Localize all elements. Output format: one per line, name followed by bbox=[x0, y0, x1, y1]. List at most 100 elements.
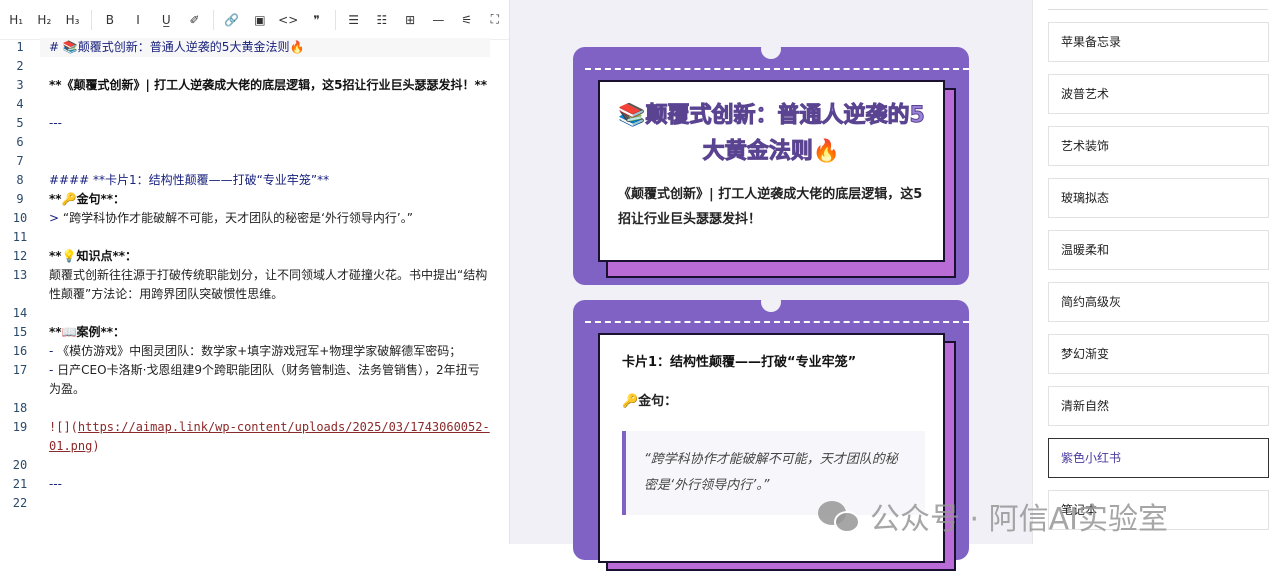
h2-button[interactable]: H₂ bbox=[30, 6, 58, 34]
style-option[interactable]: 波普艺术 bbox=[1048, 74, 1269, 114]
line-number: 21 bbox=[12, 477, 28, 491]
line-text: - 《模仿游戏》中图灵团队：数学家+填字游戏冠军+物理学家破解德军密码； bbox=[40, 342, 490, 361]
line-text: # 📚颠覆式创新：普通人逆袭的5大黄金法则🔥 bbox=[40, 38, 490, 57]
line-number: 5 bbox=[16, 116, 24, 130]
style-option[interactable]: 艺术装饰 bbox=[1048, 126, 1269, 166]
line-text: **🔑金句**： bbox=[40, 190, 490, 209]
editor-line[interactable]: 19 ![](https://aimap.link/wp-content/uplo… bbox=[0, 418, 509, 456]
line-number: 3 bbox=[16, 78, 24, 92]
line-text: **《颠覆式创新》| 打工人逆袭成大佬的底层逻辑，这5招让行业巨头瑟瑟发抖！** bbox=[40, 76, 490, 95]
line-number: 6 bbox=[16, 135, 24, 149]
line-number: 17 bbox=[12, 363, 28, 377]
editor-line[interactable]: 22 bbox=[0, 494, 509, 513]
style-option[interactable]: 简约高级灰 bbox=[1048, 282, 1269, 322]
style-option[interactable]: 温暖柔和 bbox=[1048, 230, 1269, 270]
line-number: 15 bbox=[12, 325, 28, 339]
editor-line[interactable]: 4 bbox=[0, 95, 509, 114]
fullscreen-button[interactable]: ⛶ bbox=[481, 6, 509, 34]
editor-line[interactable]: 3 **《颠覆式创新》| 打工人逆袭成大佬的底层逻辑，这5招让行业巨头瑟瑟发抖！*… bbox=[0, 76, 509, 95]
markdown-token: ![]( bbox=[49, 420, 78, 434]
editor-line[interactable]: 9 **🔑金句**： bbox=[0, 190, 509, 209]
editor-line[interactable]: 16 - 《模仿游戏》中图灵团队：数学家+填字游戏冠军+物理学家破解德军密码； bbox=[0, 342, 509, 361]
style-option[interactable]: 清新自然 bbox=[1048, 386, 1269, 426]
card-dashed-line bbox=[585, 321, 969, 323]
line-number: 8 bbox=[16, 173, 24, 187]
markdown-token: --- bbox=[49, 477, 62, 491]
card-dashed-line bbox=[585, 68, 969, 70]
code-button[interactable]: <> bbox=[274, 6, 302, 34]
editor-content[interactable]: 1 # 📚颠覆式创新：普通人逆袭的5大黄金法则🔥 2 3 **《颠覆式创新》| 打工人… bbox=[0, 38, 509, 513]
line-text: 颠覆式创新往往源于打破传统职能划分，让不同领域人才碰撞火花。书中提出“结构性颠覆… bbox=[40, 266, 490, 304]
editor-line[interactable]: 8 #### **卡片1：结构性颠覆——打破“专业牢笼”** bbox=[0, 171, 509, 190]
image-button[interactable]: ▣ bbox=[246, 6, 274, 34]
editor-line[interactable]: 20 bbox=[0, 456, 509, 475]
editor-line[interactable]: 15 **📖案例**： bbox=[0, 323, 509, 342]
markdown-token: 日产CEO卡洛斯·戈恩组建9个跨职能团队（财务管制造、法务管销售），2年扭亏为盈… bbox=[49, 363, 480, 396]
editor-line[interactable]: 6 bbox=[0, 133, 509, 152]
style-option[interactable]: 苹果备忘录 bbox=[1048, 22, 1269, 62]
editor-line[interactable]: 13 颠覆式创新往往源于打破传统职能划分，让不同领域人才碰撞火花。书中提出“结构性… bbox=[0, 266, 509, 304]
editor-toolbar: H₁ H₂ H₃ B I U̲ ✐ 🔗 ▣ <> ❞ ☰ ☷ ⊞ — ⚟ ⛶ bbox=[0, 0, 509, 40]
line-number: 2 bbox=[16, 59, 24, 73]
editor-line[interactable]: 7 bbox=[0, 152, 509, 171]
link-button[interactable]: 🔗 bbox=[218, 6, 246, 34]
line-number: 14 bbox=[12, 306, 28, 320]
line-number: 19 bbox=[12, 420, 28, 434]
toolbar-separator bbox=[334, 9, 336, 30]
line-text bbox=[40, 456, 490, 475]
style-option[interactable]: 梦幻渐变 bbox=[1048, 334, 1269, 374]
editor-line[interactable]: 18 bbox=[0, 399, 509, 418]
divider-button[interactable]: — bbox=[424, 6, 452, 34]
line-number: 11 bbox=[12, 230, 28, 244]
italic-button[interactable]: I bbox=[124, 6, 152, 34]
line-text bbox=[40, 152, 490, 171]
strikethrough-button[interactable]: ✐ bbox=[180, 6, 208, 34]
line-text: #### **卡片1：结构性颠覆——打破“专业牢笼”** bbox=[40, 171, 490, 190]
markdown-token: > bbox=[49, 211, 63, 225]
style-option[interactable]: 玻璃拟态 bbox=[1048, 178, 1269, 218]
line-number: 1 bbox=[16, 40, 24, 54]
line-text bbox=[40, 95, 490, 114]
editor-line[interactable]: 14 bbox=[0, 304, 509, 323]
editor-line[interactable]: 1 # 📚颠覆式创新：普通人逆袭的5大黄金法则🔥 bbox=[0, 38, 509, 57]
markdown-token: 颠覆式创新往往源于打破传统职能划分，让不同领域人才碰撞火花。书中提出“结构性颠覆… bbox=[49, 268, 488, 301]
quote-button[interactable]: ❞ bbox=[302, 6, 330, 34]
editor-line[interactable]: 12 **💡知识点**： bbox=[0, 247, 509, 266]
ordered-list-button[interactable]: ☷ bbox=[368, 6, 396, 34]
table-button[interactable]: ⊞ bbox=[396, 6, 424, 34]
editor-line[interactable]: 10 > “跨学科协作才能破解不可能，天才团队的秘密是‘外行领导内行’。” bbox=[0, 209, 509, 228]
line-text: > “跨学科协作才能破解不可能，天才团队的秘密是‘外行领导内行’。” bbox=[40, 209, 490, 228]
line-number: 9 bbox=[16, 192, 24, 206]
underline-button[interactable]: U̲ bbox=[152, 6, 180, 34]
markdown-token: #### **卡片1：结构性颠覆——打破“专业牢笼”** bbox=[49, 173, 330, 187]
markdown-token: **《颠覆式创新》| 打工人逆袭成大佬的底层逻辑，这5招让行业巨头瑟瑟发抖！** bbox=[49, 78, 488, 92]
markdown-token[interactable]: https://aimap.link/wp-content/uploads/20… bbox=[49, 420, 490, 453]
editor-line[interactable]: 5 --- bbox=[0, 114, 509, 133]
markdown-editor: H₁ H₂ H₃ B I U̲ ✐ 🔗 ▣ <> ❞ ☰ ☷ ⊞ — ⚟ ⛶ 1 # 📚颠覆式创新：普通人逆袭的5… bbox=[0, 0, 516, 544]
line-number: 10 bbox=[12, 211, 28, 225]
line-number: 16 bbox=[12, 344, 28, 358]
style-sidebar: 苹果备忘录 波普艺术 艺术装饰 玻璃拟态 温暖柔和 简约高级灰 梦幻渐变 清新自然 紫色小红书笔… bbox=[1032, 0, 1280, 544]
style-option[interactable]: 紫色小红书 bbox=[1048, 438, 1269, 478]
line-text: --- bbox=[40, 475, 490, 494]
line-text: ![](https://aimap.link/wp-content/upload… bbox=[40, 418, 490, 456]
h1-button[interactable]: H₁ bbox=[2, 6, 30, 34]
cover-card: 📚颠覆式创新：普通人逆袭的5大黄金法则🔥 《颠覆式创新》| 打工人逆袭成大佬的底… bbox=[573, 39, 969, 285]
card-title: 卡片1：结构性颠覆——打破“专业牢笼” bbox=[622, 355, 857, 370]
editor-line[interactable]: 11 bbox=[0, 228, 509, 247]
settings-button[interactable]: ⚟ bbox=[452, 6, 480, 34]
watermark: 公众号 · 阿信AI实验室 bbox=[818, 494, 1168, 538]
editor-line[interactable]: 17 - 日产CEO卡洛斯·戈恩组建9个跨职能团队（财务管制造、法务管销售），2年… bbox=[0, 361, 509, 399]
markdown-token: 《模仿游戏》中图灵团队：数学家+填字游戏冠军+物理学家破解德军密码； bbox=[57, 344, 462, 358]
golden-quote-label: 🔑金句： bbox=[622, 394, 678, 409]
bullet-list-button[interactable]: ☰ bbox=[340, 6, 368, 34]
line-text bbox=[40, 304, 490, 323]
editor-line[interactable]: 2 bbox=[0, 57, 509, 76]
h3-button[interactable]: H₃ bbox=[58, 6, 86, 34]
line-number: 22 bbox=[12, 496, 28, 510]
line-number: 4 bbox=[16, 97, 24, 111]
markdown-token: **🔑金句**： bbox=[49, 192, 126, 206]
bold-button[interactable]: B bbox=[96, 6, 124, 34]
wechat-icon bbox=[818, 499, 862, 533]
editor-line[interactable]: 21 --- bbox=[0, 475, 509, 494]
